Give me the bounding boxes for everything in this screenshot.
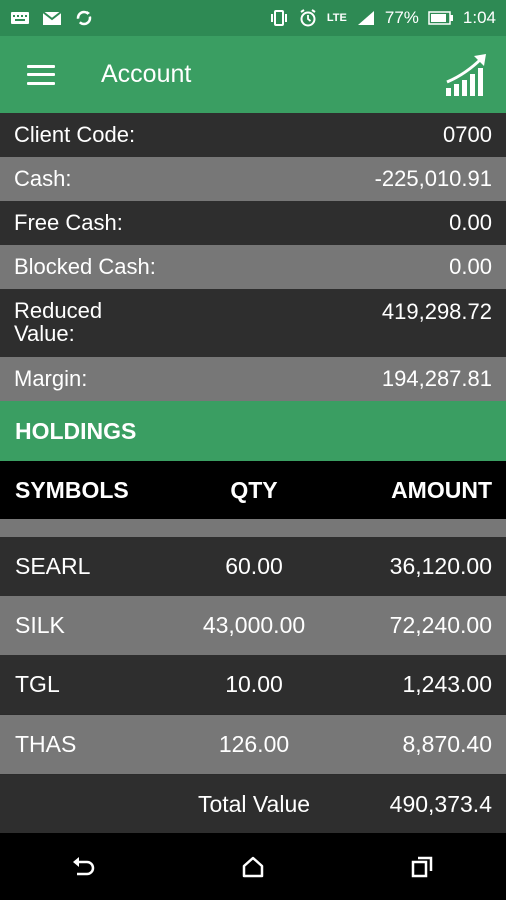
client-code-value: 0700	[443, 122, 492, 147]
recents-icon[interactable]	[407, 852, 437, 882]
qty-cell: 10.00	[225, 671, 283, 697]
sync-icon	[76, 10, 92, 26]
total-row: Total Value 490,373.4	[0, 775, 506, 833]
symbol-cell: SEARL	[15, 553, 91, 579]
reduced-value-row: Reduced Value: 419,298.72	[0, 289, 506, 357]
clock: 1:04	[462, 8, 496, 27]
table-row[interactable]: SILK 43,000.00 72,240.00	[0, 596, 506, 655]
back-icon[interactable]	[69, 852, 99, 882]
keyboard-icon	[11, 12, 29, 24]
qty-cell: 60.00	[225, 553, 283, 579]
amount-cell: 8,870.40	[402, 731, 492, 757]
free-cash-label: Free Cash:	[14, 210, 123, 235]
client-code-label: Client Code:	[14, 122, 136, 147]
home-icon[interactable]	[238, 852, 268, 882]
network-label: LTE	[326, 12, 347, 24]
free-cash-value: 0.00	[449, 210, 492, 235]
holdings-table-header: SYMBOLS QTY AMOUNT	[0, 461, 506, 519]
cash-label: Cash:	[14, 166, 72, 191]
margin-row: Margin: 194,287.81	[0, 357, 506, 401]
hamburger-menu-icon[interactable]	[27, 64, 55, 85]
growth-chart-icon[interactable]	[444, 52, 488, 98]
holdings-header: HOLDINGS	[0, 401, 506, 461]
gmail-icon	[42, 11, 62, 25]
table-row[interactable]: THAS 126.00 8,870.40	[0, 715, 506, 774]
blocked-cash-row: Blocked Cash: 0.00	[0, 245, 506, 289]
reduced-value-value: 419,298.72	[381, 299, 492, 324]
qty-column-header: QTY	[230, 476, 278, 503]
amount-cell: 36,120.00	[389, 553, 492, 579]
margin-value: 194,287.81	[381, 366, 492, 391]
blocked-cash-value: 0.00	[449, 254, 492, 279]
symbol-cell: THAS	[15, 731, 77, 757]
free-cash-row: Free Cash: 0.00	[0, 201, 506, 245]
cash-value: -225,010.91	[374, 166, 492, 191]
reduced-value-label: Reduced Value:	[14, 298, 103, 346]
page-title: Account	[101, 60, 192, 88]
amount-cell: 1,243.00	[402, 671, 492, 697]
qty-cell: 43,000.00	[202, 612, 306, 638]
total-value: 490,373.4	[389, 790, 492, 817]
app-bar: Account	[0, 36, 506, 113]
battery-icon	[428, 11, 453, 25]
table-row[interactable]: TGL 10.00 1,243.00	[0, 655, 506, 714]
client-code-row: Client Code: 0700	[0, 113, 506, 157]
amount-column-header: AMOUNT	[391, 476, 492, 503]
symbol-cell: TGL	[15, 671, 60, 697]
qty-cell: 126.00	[218, 731, 290, 757]
vibrate-icon	[270, 10, 287, 26]
navigation-bar	[0, 833, 506, 900]
status-bar: LTE 77% 1:04	[0, 0, 506, 36]
amount-cell: 72,240.00	[389, 612, 492, 638]
battery-percent: 77%	[384, 8, 419, 27]
total-label: Total Value	[197, 790, 311, 817]
blocked-cash-label: Blocked Cash:	[14, 254, 156, 279]
symbols-column-header: SYMBOLS	[15, 476, 129, 503]
alarm-icon	[300, 9, 316, 27]
table-row[interactable]: SEARL 60.00 36,120.00	[0, 537, 506, 596]
signal-icon	[357, 11, 374, 25]
cash-row: Cash: -225,010.91	[0, 157, 506, 201]
symbol-cell: SILK	[15, 612, 65, 638]
margin-label: Margin:	[14, 366, 88, 391]
table-divider	[0, 519, 506, 537]
